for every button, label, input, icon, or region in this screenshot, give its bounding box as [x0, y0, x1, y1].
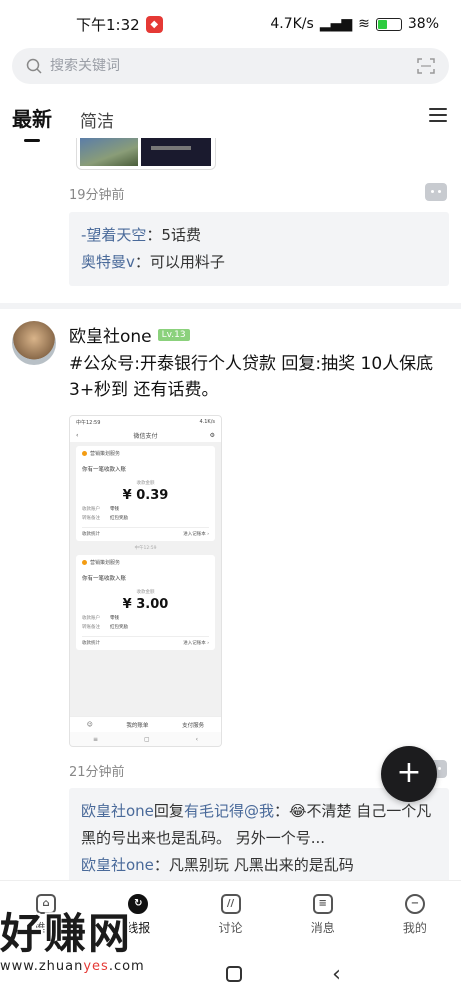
home-square-icon[interactable] — [226, 966, 243, 982]
reply-item[interactable]: 奥特曼v：可以用料子 — [81, 249, 437, 276]
nav-deals[interactable]: ↻ 线报 — [92, 881, 184, 948]
bottom-nav: ⌂ 推荐 ↻ 线报 //讨论 ≡ 消息 − 我的 — [0, 880, 461, 948]
reply-text: ：5话费 — [146, 226, 201, 244]
scan-icon[interactable] — [417, 57, 435, 75]
thumbnail-dark — [141, 138, 211, 166]
tab-latest[interactable]: 最新 — [12, 103, 52, 138]
shot-status-bar: 中午12:59 4.1K/s — [70, 416, 221, 428]
comment-icon[interactable] — [425, 183, 447, 201]
feed-tabs: 最新 简洁 — [0, 98, 461, 138]
menu-icon[interactable] — [429, 108, 447, 122]
profile-icon: − — [404, 893, 425, 914]
battery-text: 38% — [407, 16, 439, 32]
shot-card: 营销策划服务 你有一笔收款入账 收款金额 ¥ 0.39 收款账户 零钱 转账备注红… — [76, 446, 215, 541]
refresh-icon: ↻ — [128, 893, 149, 914]
signal-icon: ▂▄▆ — [319, 16, 353, 32]
thumbnail-landscape — [80, 138, 138, 166]
nav-recommend[interactable]: ⌂ 推荐 — [0, 881, 92, 948]
message-icon: ≡ — [312, 893, 333, 914]
system-nav-bar: ‹ — [0, 948, 461, 1000]
reply-list: -望着天空：5话费 奥特曼v：可以用料子 — [69, 212, 449, 286]
post-author[interactable]: 欧皇社one — [69, 322, 152, 347]
post-divider — [0, 303, 461, 309]
post-time: 19分钟前 — [69, 188, 125, 203]
reply-user[interactable]: 欧皇社one — [81, 802, 154, 820]
reply-item[interactable]: -望着天空：5话费 — [81, 222, 437, 249]
nav-messages[interactable]: ≡ 消息 — [277, 881, 369, 948]
search-icon — [26, 58, 42, 74]
post-body[interactable]: #公众号:开泰银行个人贷款 回复:抽奖 10人保底3+秒到 还有话费。 — [69, 351, 449, 403]
reply-item[interactable]: 欧皇社one回复有毛记得@我：😂不清楚 自己一个凡黑的号出来也是乱码。 另外一个… — [81, 798, 437, 852]
reply-text: ：可以用料子 — [134, 253, 225, 271]
home-icon: ⌂ — [36, 893, 57, 914]
battery-icon — [375, 17, 402, 31]
reply-user[interactable]: 奥特曼v — [81, 253, 135, 271]
status-time: 下午1:32 — [76, 15, 140, 34]
post-image-thumbnail[interactable] — [76, 138, 216, 170]
post-time: 21分钟前 — [69, 765, 125, 780]
wifi-icon: ≋ — [358, 16, 370, 32]
status-bar: 下午1:32 ◆ 4.7K/s ▂▄▆ ≋ 38% — [0, 0, 461, 48]
search-input[interactable] — [50, 58, 417, 74]
reply-item[interactable]: 欧皇社one：凡黑别玩 凡黑出来的是乱码 — [81, 852, 437, 879]
post-screenshot-image[interactable]: 中午12:59 4.1K/s ‹ 微信支付 ⚙ 营销策划服务 你有一笔收款入账 收款金… — [69, 415, 222, 747]
add-post-button[interactable]: + — [381, 746, 437, 802]
reply-user[interactable]: -望着天空 — [81, 226, 146, 244]
nav-profile[interactable]: − 我的 — [369, 881, 461, 948]
search-bar[interactable] — [12, 48, 449, 84]
back-icon[interactable]: ‹ — [332, 962, 341, 987]
shot-bottom-bar: ☺ 我的账单 支付服务 — [70, 716, 221, 732]
reply-user[interactable]: 欧皇社one — [81, 856, 154, 874]
discuss-icon: // — [220, 893, 241, 914]
nav-discuss[interactable]: //讨论 — [184, 881, 276, 948]
reply-text: ：凡黑别玩 凡黑出来的是乱码 — [153, 856, 354, 874]
level-badge: Lv.13 — [157, 328, 190, 341]
notification-icon: ◆ — [145, 15, 163, 33]
shot-card: 营销策划服务 你有一笔收款入账 收款金额 ¥ 3.00 收款账户 零钱 转账备注红… — [76, 555, 215, 650]
reply-list: 欧皇社one回复有毛记得@我：😂不清楚 自己一个凡黑的号出来也是乱码。 另外一个… — [69, 788, 449, 880]
status-right: 4.7K/s ▂▄▆ ≋ 38% — [270, 16, 439, 32]
post-author-row: 欧皇社one Lv.13 — [69, 322, 190, 347]
reply-target[interactable]: 有毛记得@我 — [184, 802, 274, 820]
reply-mid: 回复 — [153, 802, 184, 820]
net-speed: 4.7K/s — [270, 16, 314, 32]
avatar[interactable] — [12, 321, 56, 365]
shot-nav-bar: ≡ ▢ ‹ — [70, 732, 221, 746]
tab-simple[interactable]: 简洁 — [80, 107, 114, 138]
shot-title-bar: ‹ 微信支付 ⚙ — [70, 428, 221, 442]
